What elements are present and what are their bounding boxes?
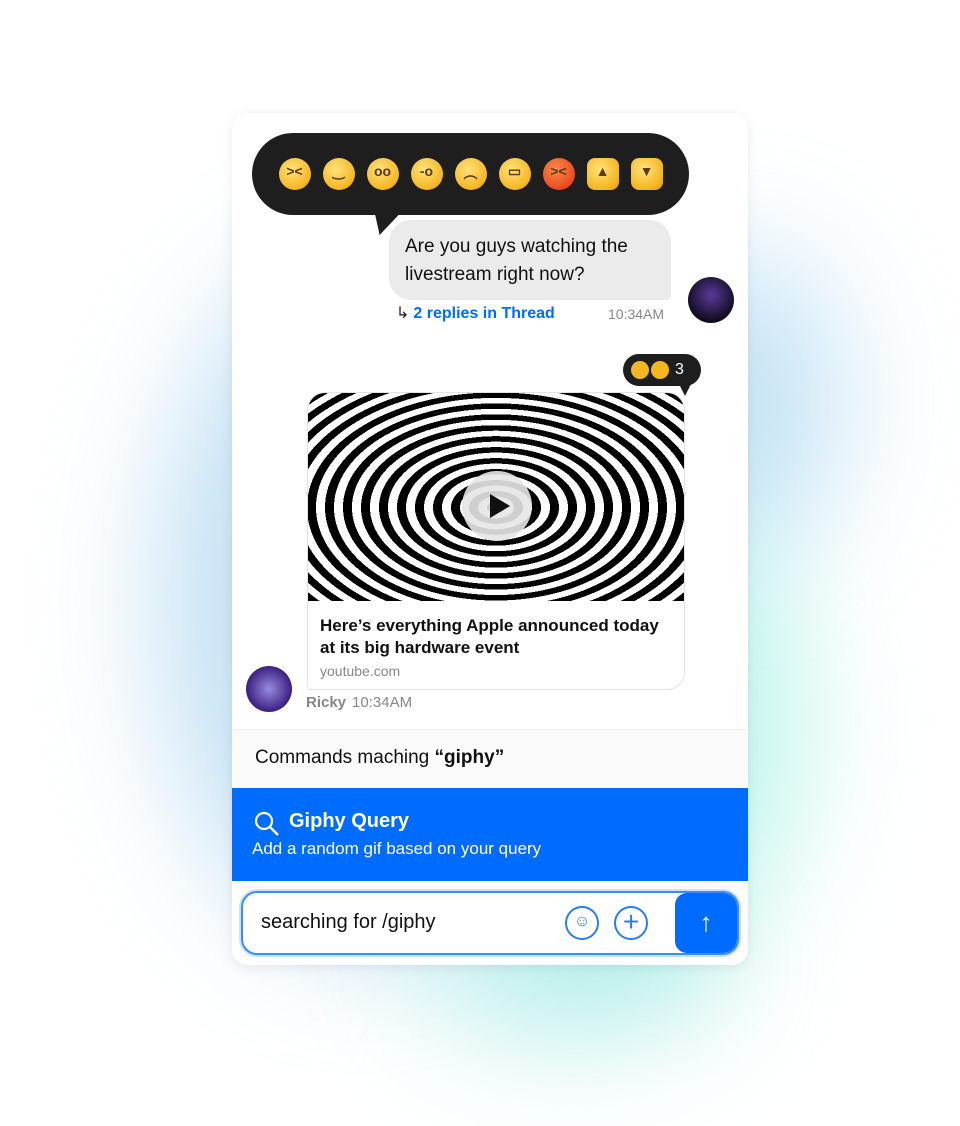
thumbs-down-icon[interactable]: ▼: [630, 158, 663, 190]
message-timestamp: 10:34AM: [608, 306, 665, 322]
grinning-squint-face-icon: [651, 361, 669, 379]
link-preview-card[interactable]: Here’s everything Apple announced today …: [307, 392, 685, 690]
thumbs-up-icon: [631, 361, 649, 379]
plus-icon[interactable]: +: [614, 906, 648, 940]
commands-header: Commands maching “giphy”: [232, 729, 748, 789]
play-button-icon[interactable]: [462, 471, 532, 541]
thread-replies-link[interactable]: ↳ 2 replies in Thread: [396, 303, 555, 323]
message-input-value[interactable]: searching for /giphy: [261, 911, 436, 934]
reactions-badge[interactable]: 3: [623, 354, 701, 396]
arrow-up-icon: ↑: [699, 907, 713, 937]
reply-arrow-icon: ↳: [396, 305, 410, 322]
avatar[interactable]: [246, 666, 292, 712]
zany-face-icon[interactable]: -o: [410, 158, 443, 190]
grimacing-face-icon[interactable]: ▭: [498, 158, 531, 190]
flushed-face-icon[interactable]: oo: [366, 158, 399, 190]
message-input[interactable]: searching for /giphy ☺ + ↑: [241, 891, 739, 955]
chat-window: >< ‿ oo -o ︵ ▭ >< ▲ ▼ Are you guys watch…: [232, 113, 748, 965]
link-source: youtube.com: [320, 663, 401, 679]
emoji-icon[interactable]: ☺: [565, 906, 599, 940]
search-icon: [254, 811, 279, 836]
avatar[interactable]: [688, 277, 734, 323]
link-title: Here’s everything Apple announced today …: [320, 616, 659, 657]
send-button[interactable]: ↑: [675, 893, 737, 953]
reaction-picker: >< ‿ oo -o ︵ ▭ >< ▲ ▼: [252, 133, 689, 215]
command-title: Giphy Query: [289, 810, 410, 832]
frowning-face-icon[interactable]: ︵: [454, 158, 487, 190]
angry-face-icon[interactable]: ><: [542, 158, 575, 190]
commands-query: “giphy”: [434, 747, 505, 768]
message-timestamp: 10:34AM: [352, 694, 413, 711]
thread-link-label: 2 replies in Thread: [413, 305, 555, 322]
author-name: Ricky: [306, 694, 347, 711]
laughing-face-icon[interactable]: ><: [278, 158, 311, 190]
command-giphy-query[interactable]: Giphy Query Add a random gif based on yo…: [232, 788, 748, 881]
commands-header-label: Commands maching: [255, 747, 435, 768]
grinning-face-icon[interactable]: ‿: [322, 158, 355, 190]
message-bubble: Are you guys watching the livestream rig…: [389, 220, 671, 300]
command-description: Add a random gif based on your query: [252, 839, 542, 858]
reaction-count: 3: [675, 361, 684, 378]
video-thumbnail[interactable]: [308, 393, 684, 601]
message-meta: Ricky 10:34AM: [306, 694, 412, 711]
thumbs-up-icon[interactable]: ▲: [586, 158, 619, 190]
